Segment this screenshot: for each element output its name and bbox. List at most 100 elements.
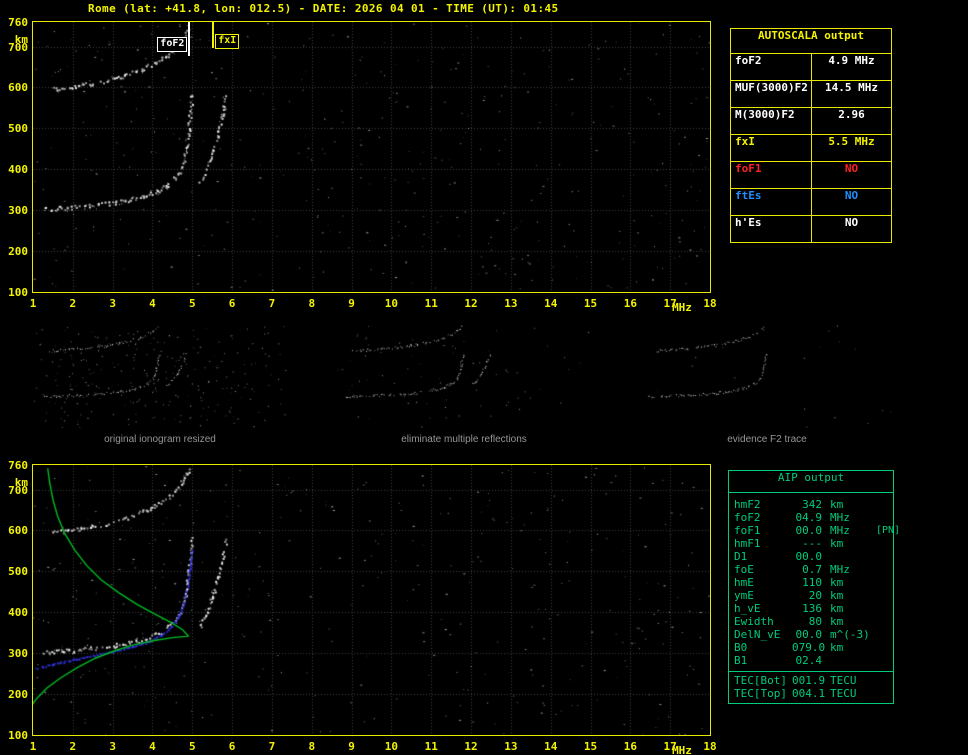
x-axis-tick-label: 16 xyxy=(623,740,637,753)
profile-ionogram-plot xyxy=(32,464,711,736)
x-axis-tick-label: 9 xyxy=(348,297,355,310)
aip-parameter-unit: TECU xyxy=(830,687,857,700)
x-axis-tick-label: 12 xyxy=(464,740,478,753)
autoscala-row-fxi: fxI 5.5 MHz xyxy=(731,134,891,161)
parameter-value: 4.9 MHz xyxy=(828,54,875,67)
autoscala-row-ftes: ftEs NO xyxy=(731,188,891,215)
x-axis-tick-label: 14 xyxy=(544,297,558,310)
autoscala-table-title: AUTOSCALA output xyxy=(758,29,864,42)
aip-parameter-value: 110 xyxy=(802,576,822,589)
aip-parameter-label: h_vE xyxy=(734,602,761,615)
x-axis-tick-label: 13 xyxy=(504,297,518,310)
y-axis-tick-label: 500 xyxy=(8,565,28,579)
y-axis-tick-label: 200 xyxy=(8,688,28,702)
x-axis-tick-label: 3 xyxy=(109,740,116,753)
aip-parameter-label: foF2 xyxy=(734,511,761,524)
thumbnail-no-multiples-canvas xyxy=(337,325,591,428)
y-axis-tick-label: 400 xyxy=(8,606,28,620)
aip-parameter-value: --- xyxy=(802,537,822,550)
aip-parameter-unit: MHz xyxy=(830,524,850,537)
aip-row-b1: B1 02.4 xyxy=(729,654,893,667)
x-axis-tick-label: 15 xyxy=(583,740,598,753)
aip-parameter-unit: km xyxy=(830,537,844,550)
aip-parameter-unit: TECU xyxy=(830,674,857,687)
aip-row-b0: B0 079.0 km xyxy=(729,641,893,654)
aip-parameter-label: ymE xyxy=(734,589,754,602)
aip-row-ewidth: Ewidth 80 km xyxy=(729,615,893,628)
parameter-value: NO xyxy=(844,189,859,202)
aip-parameter-label: B1 xyxy=(734,654,748,667)
aip-parameter-label: Ewidth xyxy=(734,615,774,628)
thumbnail-f2-evidence xyxy=(640,325,894,428)
fxi-marker-label: fxI xyxy=(215,34,240,49)
x-axis-tick-label: 8 xyxy=(308,297,316,310)
x-axis-unit-label: MHz xyxy=(672,301,692,314)
aip-parameter-unit: km xyxy=(830,589,844,602)
x-axis-tick-label: 10 xyxy=(384,740,399,753)
autoscala-row-m3000f2: M(3000)F2 2.96 xyxy=(731,107,891,134)
x-axis-tick-label: 12 xyxy=(464,297,478,310)
y-axis-tick-label: 600 xyxy=(8,524,28,538)
thumbnail-caption-evidence: evidence F2 trace xyxy=(727,434,807,445)
aip-row-hmf2: hmF2 342 km xyxy=(729,498,893,511)
aip-row-fof2: foF2 04.9 MHz xyxy=(729,511,893,524)
x-axis-tick-label: 10 xyxy=(384,297,399,310)
x-axis-tick-label: 7 xyxy=(268,740,276,753)
aip-row-yme: ymE 20 km xyxy=(729,589,893,602)
x-axis-unit-label: MHz xyxy=(672,744,692,755)
x-axis-tick-label: 8 xyxy=(308,740,316,753)
y-axis-unit-label: km xyxy=(14,33,28,46)
aip-parameter-unit: m^(-3) xyxy=(830,628,870,641)
aip-parameter-value: 80 xyxy=(808,615,822,628)
x-axis-tick-label: 4 xyxy=(149,297,156,310)
aip-parameter-note: [PN] xyxy=(876,525,901,536)
aip-parameter-label: TEC[Bot] xyxy=(734,674,787,687)
parameter-label: h'Es xyxy=(731,216,812,242)
x-axis-tick-label: 14 xyxy=(544,740,558,753)
y-axis-tick-label: 300 xyxy=(8,647,28,661)
y-axis-tick-label: 300 xyxy=(8,204,28,218)
y-axis-unit-label: km xyxy=(14,476,28,489)
aip-row-fof1: foF1 00.0 MHz [PN] xyxy=(729,524,900,537)
x-axis-tick-label: 18 xyxy=(703,740,717,753)
y-axis-tick-label: 400 xyxy=(8,163,28,177)
page-title: Rome (lat: +41.8, lon: 012.5) - DATE: 20… xyxy=(88,2,559,15)
aip-parameter-label: DelN_vE xyxy=(734,628,781,641)
autoscala-row-hes: h'Es NO xyxy=(731,215,891,242)
aip-row-tectop: TEC[Top] 004.1 TECU xyxy=(729,687,893,700)
aip-parameter-value: 00.0 xyxy=(795,524,823,537)
parameter-label: foF2 xyxy=(731,54,812,80)
parameter-value: 5.5 MHz xyxy=(828,135,875,148)
y-axis-tick-label: 500 xyxy=(8,122,28,136)
autoscala-row-fof1: foF1 NO xyxy=(731,161,891,188)
thumbnail-no-multiples xyxy=(337,325,591,428)
thumbnail-original-ionogram xyxy=(33,325,287,428)
fof2-marker-label: foF2 xyxy=(157,37,188,52)
aip-parameter-value: 136 xyxy=(802,602,822,615)
aip-parameter-unit: km xyxy=(830,576,844,589)
aip-output-panel: AIP output hmF2 342 km foF2 04.9 MHz foF1 00.0 MH… xyxy=(728,470,900,704)
aip-row-delnve: DelN_vE 00.0 m^(-3) xyxy=(729,628,893,641)
profile-ionogram-canvas xyxy=(33,465,710,735)
aip-row-d1: D1 00.0 xyxy=(729,550,893,563)
aip-parameter-value: 00.0 xyxy=(795,550,823,563)
aip-parameter-value: 004.1 xyxy=(792,687,826,700)
aip-parameter-label: foF1 xyxy=(734,524,761,537)
fof2-marker-line xyxy=(188,22,191,56)
fxi-marker-line xyxy=(212,22,215,48)
aip-parameter-value: 04.9 xyxy=(795,511,823,524)
x-axis-tick-label: 6 xyxy=(228,740,236,753)
thumbnail-caption-original: original ionogram resized xyxy=(104,434,216,445)
aip-parameter-unit xyxy=(830,550,876,563)
x-axis-tick-label: 9 xyxy=(348,740,355,753)
aip-parameter-label: hmE xyxy=(734,576,754,589)
aip-row-hme: hmE 110 km xyxy=(729,576,893,589)
x-axis-tick-label: 2 xyxy=(69,297,77,310)
scaled-ionogram-plot xyxy=(32,21,711,293)
aip-parameter-value: 0.7 xyxy=(802,563,822,576)
aip-parameter-unit: km xyxy=(830,602,844,615)
x-axis-tick-label: 18 xyxy=(703,297,717,310)
x-axis-tick-label: 3 xyxy=(109,297,116,310)
aip-parameter-label: D1 xyxy=(734,550,748,563)
aip-parameter-label: hmF1 xyxy=(734,537,761,550)
